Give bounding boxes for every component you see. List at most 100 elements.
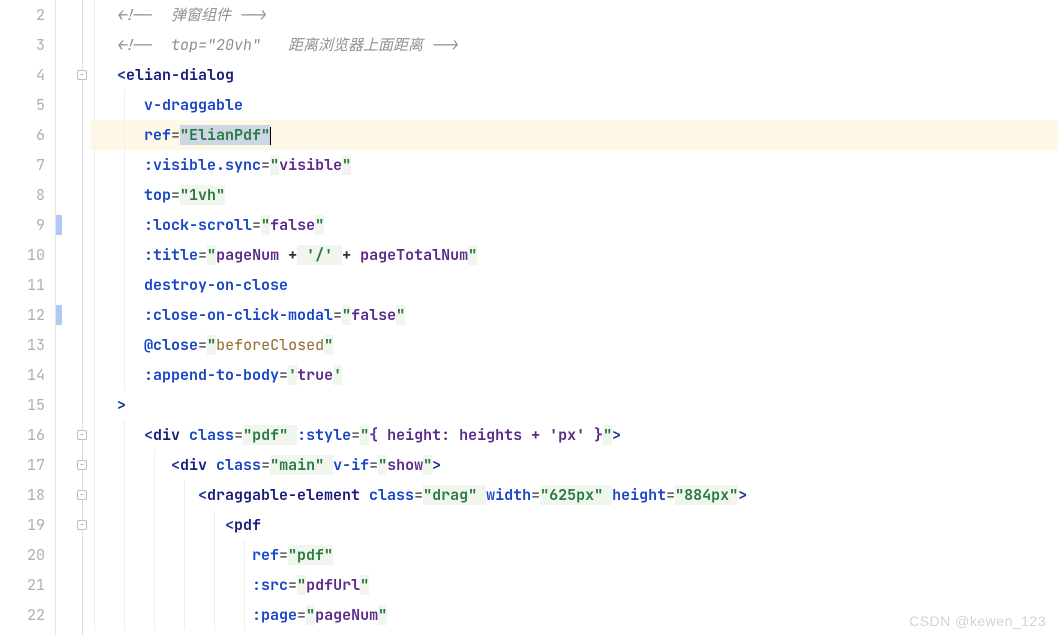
line-number: 11 [0, 270, 45, 300]
token: draggable-element [207, 485, 369, 505]
line-number: 12 [0, 300, 45, 330]
token: '/' [297, 245, 342, 265]
token: " [306, 605, 315, 625]
code-line[interactable]: :append-to-body='true' [90, 360, 1058, 390]
token: = [288, 575, 297, 595]
code-line[interactable]: <elian-dialog [90, 60, 1058, 90]
token: ref [144, 125, 171, 145]
fold-toggle-icon[interactable]: − [77, 490, 87, 500]
change-marker [56, 305, 62, 325]
token: " [423, 455, 432, 475]
token: "884px" [675, 485, 738, 505]
token: " [207, 245, 216, 265]
token: " [378, 605, 387, 625]
token: " [297, 575, 306, 595]
token: = [171, 125, 180, 145]
token: "pdf" [243, 425, 297, 445]
token: = [369, 455, 378, 475]
code-line[interactable]: :lock-scroll="false" [90, 210, 1058, 240]
token: "625px" [540, 485, 612, 505]
token: " [360, 425, 369, 445]
token: + [288, 245, 297, 265]
token: { height: heights + 'px' } [369, 425, 603, 445]
line-number: 16 [0, 420, 45, 450]
token: :close-on-click-modal [144, 305, 333, 325]
token: " [396, 305, 405, 325]
line-number: 7 [0, 150, 45, 180]
token: < [144, 425, 153, 445]
token: pageNum [315, 605, 378, 625]
token: = [351, 425, 360, 445]
code-line[interactable]: <div class="pdf" :style="{ height: heigh… [90, 420, 1058, 450]
token: = [234, 425, 243, 445]
token: elian-dialog [126, 65, 234, 85]
token: v-draggable [144, 95, 243, 115]
token: :lock-scroll [144, 215, 252, 235]
token: <!-- top="20vh" 距离浏览器上面距离 --> [117, 35, 459, 55]
code-line[interactable]: top="1vh" [90, 180, 1058, 210]
token: :src [252, 575, 288, 595]
line-number: 21 [0, 570, 45, 600]
line-number: 10 [0, 240, 45, 270]
fold-toggle-icon[interactable]: − [77, 520, 87, 530]
token: " [342, 305, 351, 325]
token: "main" [270, 455, 333, 475]
fold-toggle-icon[interactable]: − [77, 430, 87, 440]
code-line[interactable]: :src="pdfUrl" [90, 570, 1058, 600]
token: ' [333, 365, 342, 385]
token: ' [288, 365, 297, 385]
fold-toggle-icon[interactable]: − [77, 70, 87, 80]
token: top [144, 185, 171, 205]
token: " [342, 155, 351, 175]
fold-column[interactable]: − − − − − [76, 0, 90, 635]
token: :append-to-body [144, 365, 279, 385]
token: :page [252, 605, 297, 625]
code-line[interactable]: :title="pageNum + '/' + pageTotalNum" [90, 240, 1058, 270]
token: @close [144, 335, 198, 355]
token: = [279, 545, 288, 565]
token: = [171, 185, 180, 205]
token: false [351, 305, 396, 325]
code-line[interactable]: <pdf [90, 510, 1058, 540]
text-cursor [270, 127, 271, 145]
token: = [531, 485, 540, 505]
line-number: 19 [0, 510, 45, 540]
token: class [216, 455, 261, 475]
token: " [378, 455, 387, 475]
token: destroy-on-close [144, 275, 288, 295]
token: = [261, 155, 270, 175]
code-line[interactable]: <draggable-element class="drag" width="6… [90, 480, 1058, 510]
code-line[interactable]: <div class="main" v-if="show"> [90, 450, 1058, 480]
token: :style [297, 425, 351, 445]
code-line[interactable]: destroy-on-close [90, 270, 1058, 300]
code-area[interactable]: <!-- 弹窗组件 --> <!-- top="20vh" 距离浏览器上面距离 … [90, 0, 1058, 635]
code-line[interactable]: <!-- 弹窗组件 --> [90, 0, 1058, 30]
code-line[interactable]: ref="pdf" [90, 540, 1058, 570]
fold-toggle-icon[interactable]: − [77, 460, 87, 470]
code-line[interactable]: :close-on-click-modal="false" [90, 300, 1058, 330]
code-line[interactable]: <!-- top="20vh" 距离浏览器上面距离 --> [90, 30, 1058, 60]
code-line[interactable]: :visible.sync="visible" [90, 150, 1058, 180]
token: " [603, 425, 612, 445]
marker-column [56, 0, 76, 635]
token: height [612, 485, 666, 505]
token: div [180, 455, 216, 475]
code-line[interactable]: @close="beforeClosed" [90, 330, 1058, 360]
line-number: 2 [0, 0, 45, 30]
token: pdf [234, 515, 261, 535]
token: " [315, 215, 324, 235]
code-line[interactable]: v-draggable [90, 90, 1058, 120]
line-number: 9 [0, 210, 45, 240]
code-line[interactable]: > [90, 390, 1058, 420]
token: = [279, 365, 288, 385]
token: < [171, 455, 180, 475]
line-number: 14 [0, 360, 45, 390]
token: < [198, 485, 207, 505]
token: pageTotalNum [351, 245, 468, 265]
code-line[interactable]: ref="ElianPdf" [90, 120, 1058, 150]
token: "pdf" [288, 545, 333, 565]
token: " [468, 245, 477, 265]
watermark-text: CSDN @kewen_123 [909, 613, 1046, 629]
code-editor[interactable]: 2345678910111213141516171819202122 −−−−−… [0, 0, 1058, 635]
token: div [153, 425, 189, 445]
